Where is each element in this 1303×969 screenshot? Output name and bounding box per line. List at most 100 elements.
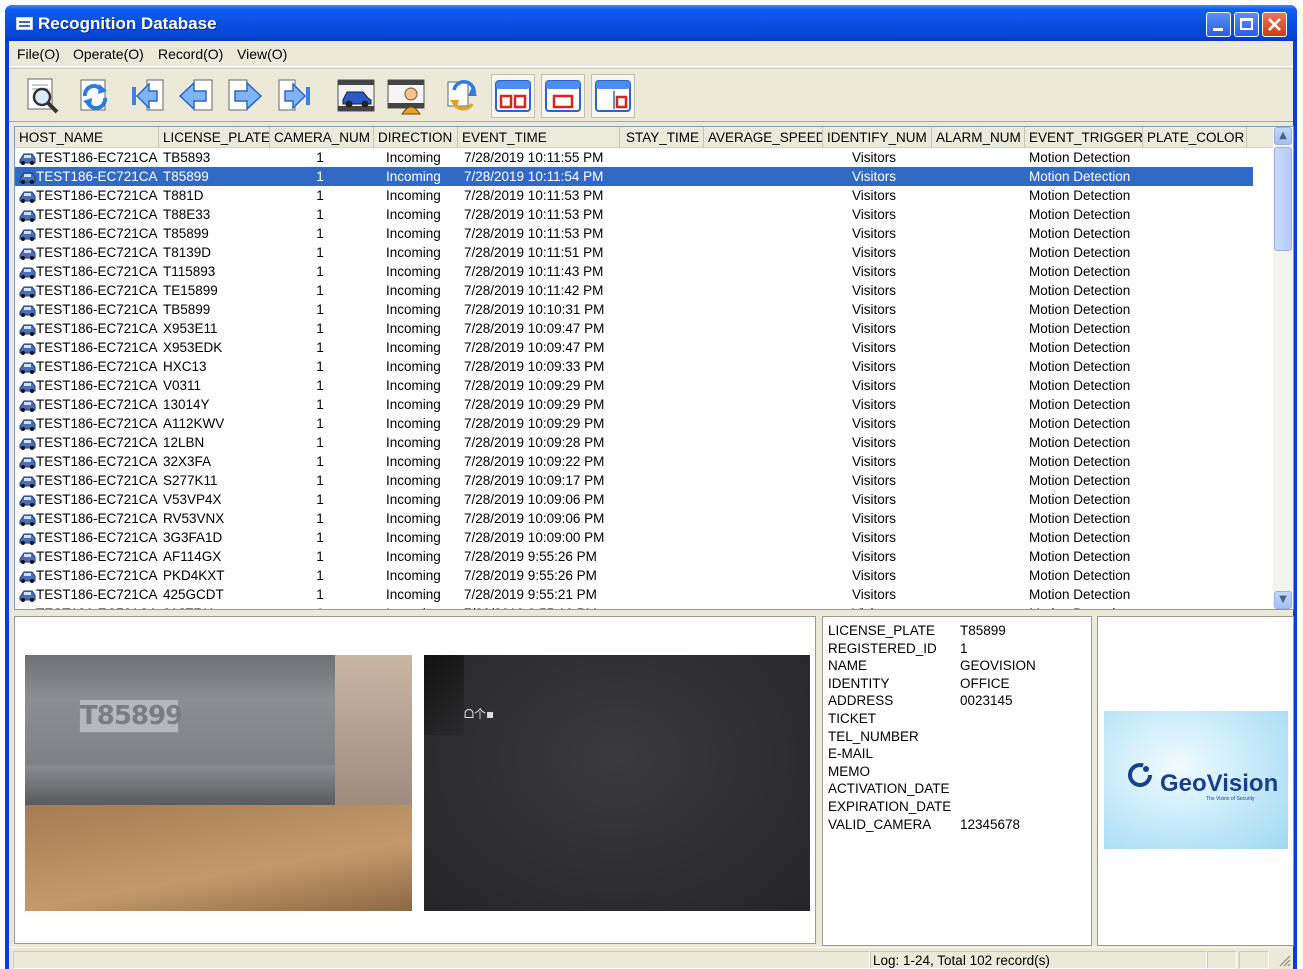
table-row[interactable]: TEST186-EC721CA S277K11 1 Incoming 7/28/2019… (15, 471, 1253, 490)
detail-key: MEMO (828, 763, 870, 779)
table-row[interactable]: TEST186-EC721CA X953E11 1 Incoming 7/28/2019… (15, 319, 1253, 338)
table-row[interactable]: TEST186-EC721CA T115893 1 Incoming 7/28/2019… (15, 262, 1253, 281)
table-row[interactable]: TEST186-EC721CA TB5893 1 Incoming 7/28/2019 … (15, 148, 1253, 167)
resize-grip-icon[interactable] (1277, 953, 1291, 967)
next-record-icon[interactable] (223, 74, 267, 118)
minimize-button[interactable] (1206, 12, 1231, 37)
column-license-plate[interactable]: LICENSE_PLATE (159, 127, 270, 148)
table-row[interactable]: TEST186-EC721CA PKD4KXT 1 Incoming 7/28/2019… (15, 566, 1253, 585)
cell-direction: Incoming (386, 511, 441, 526)
cell-camera-num: 1 (316, 207, 324, 222)
layout-box-icon[interactable] (541, 74, 585, 118)
video-person-icon[interactable] (384, 74, 428, 118)
column-direction[interactable]: DIRECTION (374, 127, 458, 148)
detail-key: TEL_NUMBER (828, 728, 919, 744)
table-row[interactable]: TEST186-EC721CA 3G3FA1D 1 Incoming 7/28/2019… (15, 528, 1253, 547)
cell-event-time: 7/28/2019 10:11:54 PM (464, 169, 604, 184)
cell-host-name: TEST186-EC721CA (36, 169, 158, 184)
table-row[interactable]: TEST186-EC721CA AF114GX 1 Incoming 7/28/2019… (15, 547, 1253, 566)
cell-camera-num: 1 (316, 549, 324, 564)
table-row[interactable]: TEST186-EC721CA 31JE711 1 Incoming 7/28/2019… (15, 604, 1253, 609)
menu-operate[interactable]: Operate(O) (73, 46, 144, 62)
search-icon[interactable] (21, 74, 65, 118)
table-row[interactable]: TEST186-EC721CA V0311 1 Incoming 7/28/2019 1… (15, 376, 1253, 395)
cell-direction: Incoming (386, 150, 441, 165)
last-record-icon[interactable] (273, 74, 317, 118)
cell-camera-num: 1 (316, 188, 324, 203)
table-row[interactable]: TEST186-EC721CA T88E33 1 Incoming 7/28/2019 … (15, 205, 1253, 224)
cell-host-name: TEST186-EC721CA (36, 226, 158, 241)
column-average-speed[interactable]: AVERAGE_SPEED (704, 127, 823, 148)
car-camera-icon[interactable] (334, 74, 378, 118)
column-event-trigger[interactable]: EVENT_TRIGGER (1025, 127, 1143, 148)
column-host-name[interactable]: HOST_NAME (15, 127, 159, 148)
cell-camera-num: 1 (316, 283, 324, 298)
cell-camera-num: 1 (316, 264, 324, 279)
menu-record[interactable]: Record(O) (158, 46, 223, 62)
record-icon (19, 305, 36, 317)
menu-view[interactable]: View(O) (237, 46, 287, 62)
table-row[interactable]: TEST186-EC721CA V53VP4X 1 Incoming 7/28/2019… (15, 490, 1253, 509)
close-button[interactable] (1262, 12, 1287, 37)
table-row[interactable]: TEST186-EC721CA T85899 1 Incoming 7/28/2019 … (15, 224, 1253, 243)
table-row[interactable]: TEST186-EC721CA TB5899 1 Incoming 7/28/2019 … (15, 300, 1253, 319)
record-icon (19, 229, 36, 241)
detail-key: E-MAIL (828, 746, 874, 762)
column-stay-time[interactable]: STAY_TIME (620, 127, 704, 148)
table-row[interactable]: TEST186-EC721CA HXC13 1 Incoming 7/28/2019 1… (15, 357, 1253, 376)
table-row[interactable]: TEST186-EC721CA T8139D 1 Incoming 7/28/2019 … (15, 243, 1253, 262)
cell-license-plate: 32X3FA (163, 454, 212, 469)
record-icon (19, 286, 36, 298)
cell-camera-num: 1 (316, 435, 324, 450)
table-row[interactable]: TEST186-EC721CA A112KWV 1 Incoming 7/28/2019… (15, 414, 1253, 433)
detail-key: EXPIRATION_DATE (828, 799, 952, 814)
cell-direction: Incoming (386, 359, 441, 374)
column-alarm-num[interactable]: ALARM_NUM (932, 127, 1025, 148)
column-camera-num[interactable]: CAMERA_NUM (270, 127, 374, 148)
cell-direction: Incoming (386, 226, 441, 241)
plate-text: T85899 (79, 699, 183, 733)
cell-direction: Incoming (386, 549, 441, 564)
refresh-icon[interactable] (73, 74, 117, 118)
cell-host-name: TEST186-EC721CA (36, 435, 158, 450)
previous-record-icon[interactable] (174, 74, 218, 118)
vertical-scrollbar[interactable]: ▲ ▼ (1273, 127, 1293, 609)
cell-identify-num: Visitors (852, 245, 897, 260)
table-row[interactable]: TEST186-EC721CA 13014Y 1 Incoming 7/28/2019 … (15, 395, 1253, 414)
sync-icon[interactable] (440, 74, 484, 118)
scroll-up-icon[interactable]: ▲ (1274, 127, 1292, 145)
cell-identify-num: Visitors (852, 340, 897, 355)
geovision-logo: GeoVision The Vision of Security (1104, 711, 1288, 849)
records-list[interactable]: HOST_NAME LICENSE_PLATE CAMERA_NUM DIREC… (14, 126, 1294, 610)
cell-camera-num: 1 (316, 150, 324, 165)
cell-event-trigger: Motion Detection (1029, 492, 1131, 507)
table-row[interactable]: TEST186-EC721CA 425GCDT 1 Incoming 7/28/2019… (15, 585, 1253, 604)
table-row[interactable]: TEST186-EC721CA RV53VNX 1 Incoming 7/28/2019… (15, 509, 1253, 528)
table-row[interactable]: TEST186-EC721CA X953EDK 1 Incoming 7/28/2019… (15, 338, 1253, 357)
cell-event-trigger: Motion Detection (1029, 188, 1131, 203)
cell-host-name: TEST186-EC721CA (36, 283, 158, 298)
title-bar[interactable]: Recognition Database (5, 5, 1297, 41)
cell-event-trigger: Motion Detection (1029, 454, 1131, 469)
cell-identify-num: Visitors (852, 492, 897, 507)
layout-red-box-icon[interactable] (491, 74, 535, 118)
column-identify-num[interactable]: IDENTIFY_NUM (823, 127, 932, 148)
cell-identify-num: Visitors (852, 587, 897, 602)
table-row[interactable]: TEST186-EC721CA T881D 1 Incoming 7/28/2019 1… (15, 186, 1253, 205)
column-event-time[interactable]: EVENT_TIME (458, 127, 620, 148)
maximize-button[interactable] (1234, 12, 1259, 37)
cell-direction: Incoming (386, 321, 441, 336)
column-plate-color[interactable]: PLATE_COLOR (1143, 127, 1247, 148)
table-row[interactable]: TEST186-EC721CA T85899 1 Incoming 7/28/2019 … (15, 167, 1253, 186)
scroll-down-icon[interactable]: ▼ (1274, 591, 1292, 609)
scrollbar-thumb[interactable] (1274, 147, 1292, 251)
cell-direction: Incoming (386, 416, 441, 431)
layout-side-icon[interactable] (591, 74, 635, 118)
table-row[interactable]: TEST186-EC721CA TE15899 1 Incoming 7/28/2019… (15, 281, 1253, 300)
table-row[interactable]: TEST186-EC721CA 32X3FA 1 Incoming 7/28/2019 … (15, 452, 1253, 471)
overlay-text: ᗝ个▪ (464, 707, 495, 721)
first-record-icon[interactable] (125, 74, 169, 118)
table-row[interactable]: TEST186-EC721CA 12LBN 1 Incoming 7/28/2019 1… (15, 433, 1253, 452)
cell-license-plate: 3G3FA1D (163, 530, 223, 545)
menu-file[interactable]: File(O) (17, 46, 60, 62)
